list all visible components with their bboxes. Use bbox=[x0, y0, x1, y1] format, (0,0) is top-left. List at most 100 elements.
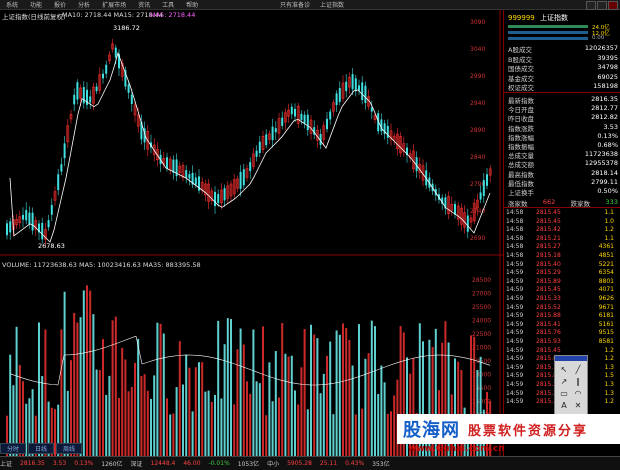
chart-area[interactable]: 3090304029902940289028402790274026902850… bbox=[0, 10, 503, 456]
quote-row: 最新指数 2816.35 bbox=[508, 95, 618, 105]
candle-body bbox=[271, 126, 274, 141]
chart-bg bbox=[0, 10, 503, 456]
volume-bar bbox=[233, 404, 236, 456]
trade-row: 14:59 2815.41 5161 bbox=[506, 321, 619, 329]
status-item: -0.01% bbox=[208, 460, 230, 467]
candle-body bbox=[172, 159, 175, 173]
quote-row: 最高指数 2818.14 bbox=[508, 169, 618, 179]
candle-body bbox=[166, 157, 168, 169]
delete-icon[interactable]: ✕ bbox=[572, 400, 584, 411]
volume-bar bbox=[265, 415, 268, 456]
status-item: 5905.28 bbox=[287, 460, 312, 467]
price-ma-right: MA5: 2718.44 bbox=[150, 11, 196, 19]
menu-item[interactable]: 工具 bbox=[156, 0, 180, 9]
trade-time: 14:58 bbox=[506, 234, 524, 242]
tab-0[interactable]: 分时 bbox=[0, 443, 27, 454]
minimize-button[interactable] bbox=[586, 1, 596, 10]
trade-price: 2815.27 bbox=[536, 243, 561, 251]
volume-bar bbox=[175, 387, 178, 456]
trade-row: 14:59 2815.45 4071 bbox=[506, 286, 619, 294]
menu-center-item[interactable]: 只有准备诊 bbox=[280, 0, 310, 9]
cursor-icon[interactable]: ↖ bbox=[558, 364, 570, 375]
price-ma-label: MA10: 2718.44 MA15: 2718.44 bbox=[62, 11, 163, 19]
line-icon[interactable]: ╱ bbox=[572, 364, 584, 375]
menu-item[interactable]: 功能 bbox=[24, 0, 48, 9]
volume-bar bbox=[255, 381, 258, 456]
candle-body bbox=[303, 114, 306, 124]
high-label: 3186.72 bbox=[113, 24, 140, 32]
quote-row-value: 3.53 bbox=[603, 122, 618, 131]
candle-body bbox=[351, 74, 354, 90]
trade-vol: 1.1 bbox=[604, 234, 614, 242]
volume-bar bbox=[303, 328, 306, 456]
kline-svg[interactable]: 3090304029902940289028402790274026902850… bbox=[0, 10, 503, 456]
tab-1[interactable]: 日线 bbox=[28, 443, 55, 454]
text-icon[interactable]: A bbox=[558, 400, 570, 411]
arc-icon[interactable]: ◠ bbox=[572, 388, 584, 399]
quote-row-label: 总成交量 bbox=[508, 152, 534, 161]
trade-row: 14:58 2815.18 4851 bbox=[506, 252, 619, 260]
trade-vol: 8801 bbox=[598, 277, 614, 285]
candle-body bbox=[60, 164, 63, 172]
maximize-button[interactable] bbox=[597, 1, 607, 10]
ray-icon[interactable]: ↗ bbox=[558, 376, 570, 387]
trade-row: 14:58 2815.21 1.1 bbox=[506, 235, 619, 243]
volume-bar bbox=[178, 341, 181, 456]
trade-row: 14:59 2815.76 9515 bbox=[506, 329, 619, 337]
volume-bar bbox=[182, 384, 184, 456]
candle-body bbox=[6, 223, 8, 236]
trade-price: 2815.76 bbox=[536, 329, 561, 337]
quote-row-label: 最高指数 bbox=[508, 170, 534, 179]
volume-bar bbox=[271, 401, 274, 456]
stock-name: 上证指数 bbox=[539, 14, 568, 22]
menu-item[interactable]: 分析 bbox=[72, 0, 96, 9]
trade-price: 2815.18 bbox=[536, 252, 561, 259]
candle-body bbox=[63, 143, 66, 159]
toolbox-header[interactable] bbox=[555, 356, 587, 361]
candle-body bbox=[47, 220, 50, 228]
trade-time: 14:58 bbox=[506, 252, 524, 259]
parallel-icon[interactable]: ∥ bbox=[572, 376, 584, 387]
candle-body bbox=[57, 174, 60, 191]
trade-row: 14:59 2815.93 8581 bbox=[506, 338, 619, 346]
watermark-url: www.Guhai.com.cn bbox=[408, 444, 505, 454]
volume-bar bbox=[278, 397, 280, 456]
candle-body bbox=[281, 117, 284, 126]
quote-row: 昨日收盘 2812.82 bbox=[508, 113, 618, 123]
drawing-toolbox[interactable]: ↖ ╱ ↗ ∥ ▭ ◠ A ✕ bbox=[554, 355, 588, 415]
up-count-label: 涨家数 bbox=[508, 200, 528, 208]
menu-item[interactable]: 报价 bbox=[48, 0, 72, 9]
candle-body bbox=[95, 86, 98, 92]
menu-item[interactable]: 帮助 bbox=[180, 0, 204, 9]
volume-bar bbox=[188, 367, 191, 456]
trade-time: 14:59 bbox=[506, 363, 524, 371]
stat-row-label: 基金成交 bbox=[508, 74, 534, 83]
volume-bar bbox=[92, 314, 95, 456]
price-axis-label: 2690 bbox=[470, 235, 485, 242]
volume-bar bbox=[393, 395, 396, 456]
menu-item[interactable]: 系统 bbox=[0, 0, 24, 9]
trade-time: 14:58 bbox=[506, 217, 524, 225]
rect-icon[interactable]: ▭ bbox=[558, 388, 570, 399]
trade-row: 14:58 2815.42 1.2 bbox=[506, 226, 619, 234]
trade-vol: 6181 bbox=[598, 312, 614, 320]
price-axis-label: 2740 bbox=[470, 208, 485, 215]
close-button[interactable] bbox=[608, 1, 618, 10]
volume-bar bbox=[108, 375, 111, 456]
tab-2[interactable]: 周线 bbox=[56, 443, 83, 454]
menu-item[interactable]: 扩展市场 bbox=[96, 0, 132, 9]
trade-time: 14:59 bbox=[506, 346, 524, 354]
level-bar bbox=[508, 31, 588, 34]
volume-bar bbox=[130, 387, 133, 456]
menu-item[interactable]: 资讯 bbox=[132, 0, 156, 9]
quote-row: 最低指数 2799.11 bbox=[508, 178, 618, 188]
volume-bar bbox=[44, 329, 47, 456]
volume-axis-label: 25500 bbox=[472, 304, 491, 311]
menu-center-item[interactable]: 上证指数 bbox=[320, 0, 344, 9]
volume-bar bbox=[194, 367, 197, 456]
volume-bar bbox=[348, 340, 351, 456]
candle-body bbox=[265, 134, 268, 146]
stat-row-value: 12026357 bbox=[584, 44, 618, 52]
quote-row-label: 总成交额 bbox=[508, 161, 534, 170]
trade-time: 14:59 bbox=[506, 338, 524, 345]
